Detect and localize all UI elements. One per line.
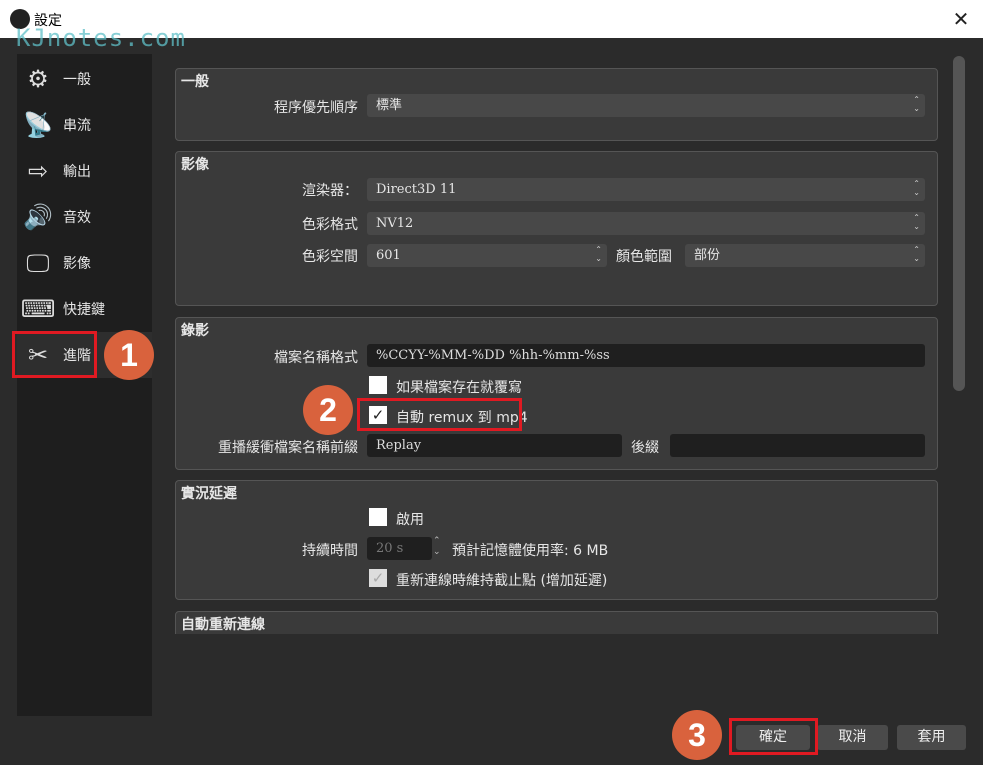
antenna-icon: 📡 (23, 111, 53, 139)
color-range-select[interactable]: 部份 (685, 244, 925, 267)
annotation-badge-2: 2 (303, 385, 353, 435)
gear-icon: ⚙ (27, 65, 49, 93)
replay-prefix-label: 重播緩衝檔案名稱前綴 (218, 440, 358, 456)
group-title: 自動重新連線 (181, 617, 265, 633)
sidebar-item-0[interactable]: ⚙ 一般 (17, 56, 152, 102)
speaker-icon: 🔊 (23, 203, 53, 231)
close-icon[interactable]: ✕ (948, 6, 974, 32)
sidebar-item-4[interactable]: 🖵 影像 (17, 240, 152, 286)
scrollbar[interactable] (953, 56, 965, 391)
sidebar-item-label: 串流 (63, 118, 91, 134)
color-space-select[interactable]: 601 (367, 244, 607, 267)
group-title: 實況延遲 (181, 486, 237, 502)
cancel-button[interactable]: 取消 (817, 725, 888, 750)
group-video: 影像 渲染器： Direct3D 11 色彩格式 NV12 色彩空間 601 顏… (175, 151, 938, 306)
suffix-label: 後綴 (631, 440, 659, 456)
group-auto-reconnect: 自動重新連線 (175, 611, 938, 634)
group-title: 一般 (181, 74, 209, 90)
duration-label: 持續時間 (302, 543, 358, 559)
sidebar-item-label: 一般 (63, 72, 91, 88)
highlight-box-ok (729, 718, 818, 755)
sidebar-item-label: 快捷鍵 (63, 302, 105, 318)
sidebar-item-5[interactable]: ⌨ 快捷鍵 (17, 286, 152, 332)
output-monitor-icon: ⇨ (27, 157, 49, 185)
watermark: KJnotes.com (16, 24, 186, 52)
overwrite-label: 如果檔案存在就覆寫 (396, 380, 522, 396)
preserve-cutoff-checkbox[interactable]: ✓ (369, 569, 387, 587)
color-range-label: 顏色範圍 (616, 249, 672, 265)
sidebar-item-2[interactable]: ⇨ 輸出 (17, 148, 152, 194)
sidebar-item-3[interactable]: 🔊 音效 (17, 194, 152, 240)
filename-format-input[interactable]: %CCYY-%MM-%DD %hh-%mm-%ss (367, 344, 925, 367)
group-recording: 錄影 檔案名稱格式 %CCYY-%MM-%DD %hh-%mm-%ss 如果檔案… (175, 317, 938, 470)
annotation-badge-1: 1 (104, 330, 154, 380)
color-format-label: 色彩格式 (302, 217, 358, 233)
group-stream-delay: 實況延遲 啟用 持續時間 20 s ⌃ ⌄ 預計記憶體使用率: 6 MB ✓ 重新… (175, 480, 938, 600)
sidebar-item-1[interactable]: 📡 串流 (17, 102, 152, 148)
settings-content: 一般 程序優先順序 標準 影像 渲染器： Direct3D 11 色彩格式 NV… (160, 54, 945, 634)
enable-delay-checkbox[interactable] (369, 508, 387, 526)
sidebar-item-label: 影像 (63, 256, 91, 272)
monitor-icon: 🖵 (26, 249, 50, 277)
renderer-select[interactable]: Direct3D 11 (367, 178, 925, 201)
suffix-input[interactable] (670, 434, 925, 457)
color-format-select[interactable]: NV12 (367, 212, 925, 235)
spin-arrows-icon[interactable]: ⌃ ⌄ (433, 536, 441, 558)
overwrite-checkbox[interactable] (369, 376, 387, 394)
color-space-label: 色彩空間 (302, 249, 358, 265)
duration-spinbox[interactable]: 20 s (367, 537, 432, 560)
group-title: 影像 (181, 157, 209, 173)
highlight-box-advanced (12, 331, 97, 378)
replay-prefix-input[interactable]: Replay (367, 434, 622, 457)
priority-label: 程序優先順序 (274, 100, 358, 116)
memory-usage-text: 預計記憶體使用率: 6 MB (452, 543, 609, 559)
priority-select[interactable]: 標準 (367, 94, 925, 117)
settings-sidebar: ⚙ 一般 📡 串流 ⇨ 輸出 🔊 音效 🖵 影像 ⌨ 快捷鍵 ✂ 進階 (17, 54, 152, 716)
group-title: 錄影 (181, 323, 209, 339)
preserve-cutoff-label: 重新連線時維持截止點 (增加延遲) (396, 573, 608, 589)
group-general: 一般 程序優先順序 標準 (175, 68, 938, 141)
highlight-box-remux (357, 398, 522, 431)
keyboard-icon: ⌨ (20, 295, 56, 323)
sidebar-item-label: 輸出 (63, 164, 91, 180)
apply-button[interactable]: 套用 (897, 725, 966, 750)
annotation-badge-3: 3 (672, 710, 722, 760)
sidebar-item-label: 音效 (63, 210, 91, 226)
renderer-label: 渲染器： (302, 183, 358, 199)
filename-format-label: 檔案名稱格式 (274, 350, 358, 366)
enable-delay-label: 啟用 (396, 512, 424, 528)
